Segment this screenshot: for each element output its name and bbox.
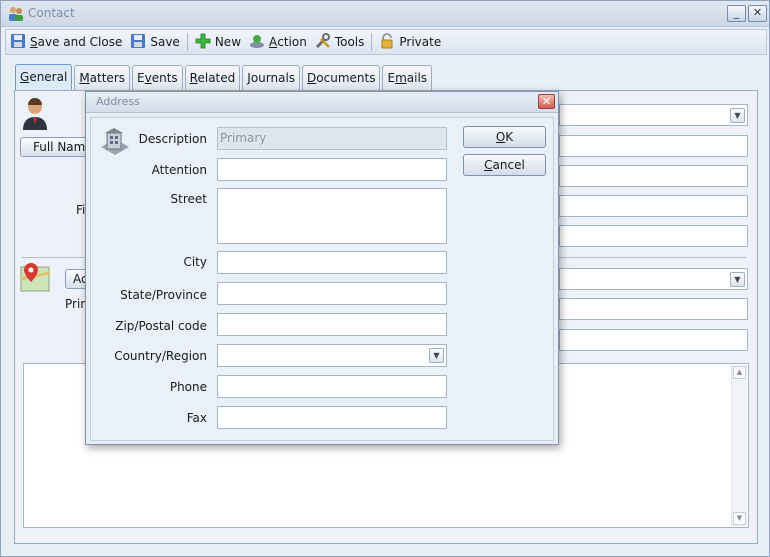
tab-events[interactable]: Events (132, 65, 183, 90)
save-button[interactable]: Save (126, 31, 183, 53)
contact-window: Contact _ ✕ Save and Close Save New A ct… (0, 0, 770, 557)
street-field[interactable] (217, 188, 447, 244)
floppy-disk-icon (10, 33, 30, 52)
address-type-combo[interactable]: ▼ (559, 268, 748, 290)
tools-icon (315, 32, 335, 52)
city-label: City (183, 255, 207, 269)
ok-button[interactable]: OK (463, 126, 546, 148)
description-field[interactable]: Primary (217, 127, 447, 150)
company-field[interactable] (559, 135, 748, 157)
private-button[interactable]: Private (375, 31, 445, 53)
cancel-button[interactable]: Cancel (463, 154, 546, 176)
tab-related[interactable]: Related (184, 65, 241, 90)
street-label: Street (170, 192, 207, 206)
save-and-close-button[interactable]: Save and Close (6, 31, 126, 53)
phone-label: Phone (169, 380, 207, 394)
minimize-button[interactable]: _ (727, 5, 746, 22)
full-name-button[interactable]: Full Nam (20, 137, 90, 157)
scroll-up-icon[interactable]: ▲ (733, 366, 746, 379)
chevron-down-icon[interactable]: ▼ (730, 108, 745, 123)
action-button[interactable]: Action (245, 31, 311, 53)
title-combo[interactable]: ▼ (559, 104, 748, 126)
first-name-field[interactable] (559, 195, 748, 217)
state-label: State/Province (120, 288, 207, 302)
dialog-title: Address (96, 95, 140, 108)
dialog-close-button[interactable]: ✕ (538, 94, 555, 109)
primary-label: Prir (65, 297, 86, 311)
action-label-post: ction (277, 35, 307, 49)
zip-label: Zip/Postal code (115, 319, 207, 333)
action-icon (249, 33, 269, 52)
phone-field[interactable] (217, 375, 447, 398)
scroll-down-icon[interactable]: ▼ (733, 512, 746, 525)
address-dialog: Address ✕ Description Primary Attention … (85, 91, 559, 445)
title-bar: Contact _ ✕ (1, 1, 769, 27)
city-field[interactable] (217, 251, 447, 274)
job-title-field[interactable] (559, 165, 748, 187)
save-close-label-post: ave and Close (37, 35, 123, 49)
tab-emails[interactable]: Emails (382, 65, 433, 90)
attention-label: Attention (151, 163, 207, 177)
fax-field[interactable] (217, 406, 447, 429)
email-field-bg[interactable] (559, 329, 748, 351)
contacts-icon (8, 6, 24, 22)
zip-field[interactable] (217, 313, 447, 336)
tab-documents[interactable]: Documents (302, 65, 381, 90)
country-combo[interactable]: ▼ (217, 344, 447, 367)
new-label: New (214, 35, 242, 49)
phone-field-bg[interactable] (559, 298, 748, 320)
save-label: Save (150, 35, 180, 49)
toolbar-separator (186, 33, 188, 51)
attention-field[interactable] (217, 158, 447, 181)
chevron-down-icon[interactable]: ▼ (730, 272, 745, 287)
last-name-field[interactable] (559, 225, 748, 247)
action-mnemonic: A (269, 35, 278, 49)
state-field[interactable] (217, 282, 447, 305)
toolbar-separator (371, 33, 373, 51)
window-title: Contact (28, 6, 75, 20)
country-label: Country/Region (114, 349, 207, 363)
tab-journals[interactable]: Journals (242, 65, 301, 90)
dialog-body: Description Primary Attention Street Cit… (90, 117, 554, 441)
tools-label: Tools (334, 35, 365, 49)
tab-strip: General Matters Events Related Journals … (15, 64, 434, 91)
new-button[interactable]: New (191, 31, 245, 53)
plus-icon (195, 33, 215, 52)
padlock-icon (379, 32, 399, 52)
chevron-down-icon[interactable]: ▼ (429, 348, 444, 363)
tab-matters[interactable]: Matters (74, 65, 131, 90)
window-close-button[interactable]: ✕ (748, 5, 767, 22)
save-close-mnemonic: S (30, 35, 38, 49)
toolbar: Save and Close Save New Action Tools Pri… (5, 29, 767, 55)
tools-button[interactable]: Tools (311, 31, 369, 53)
dialog-title-bar: Address ✕ (86, 92, 558, 113)
description-label: Description (138, 132, 207, 146)
person-icon (21, 98, 49, 133)
vertical-scrollbar[interactable]: ▲ ▼ (731, 365, 747, 526)
private-label: Private (399, 35, 442, 49)
map-pin-icon (19, 261, 51, 296)
floppy-disk-icon (130, 33, 150, 52)
tab-general[interactable]: General (15, 64, 73, 91)
first-name-label: Fi (76, 203, 86, 217)
fax-label: Fax (186, 411, 207, 425)
